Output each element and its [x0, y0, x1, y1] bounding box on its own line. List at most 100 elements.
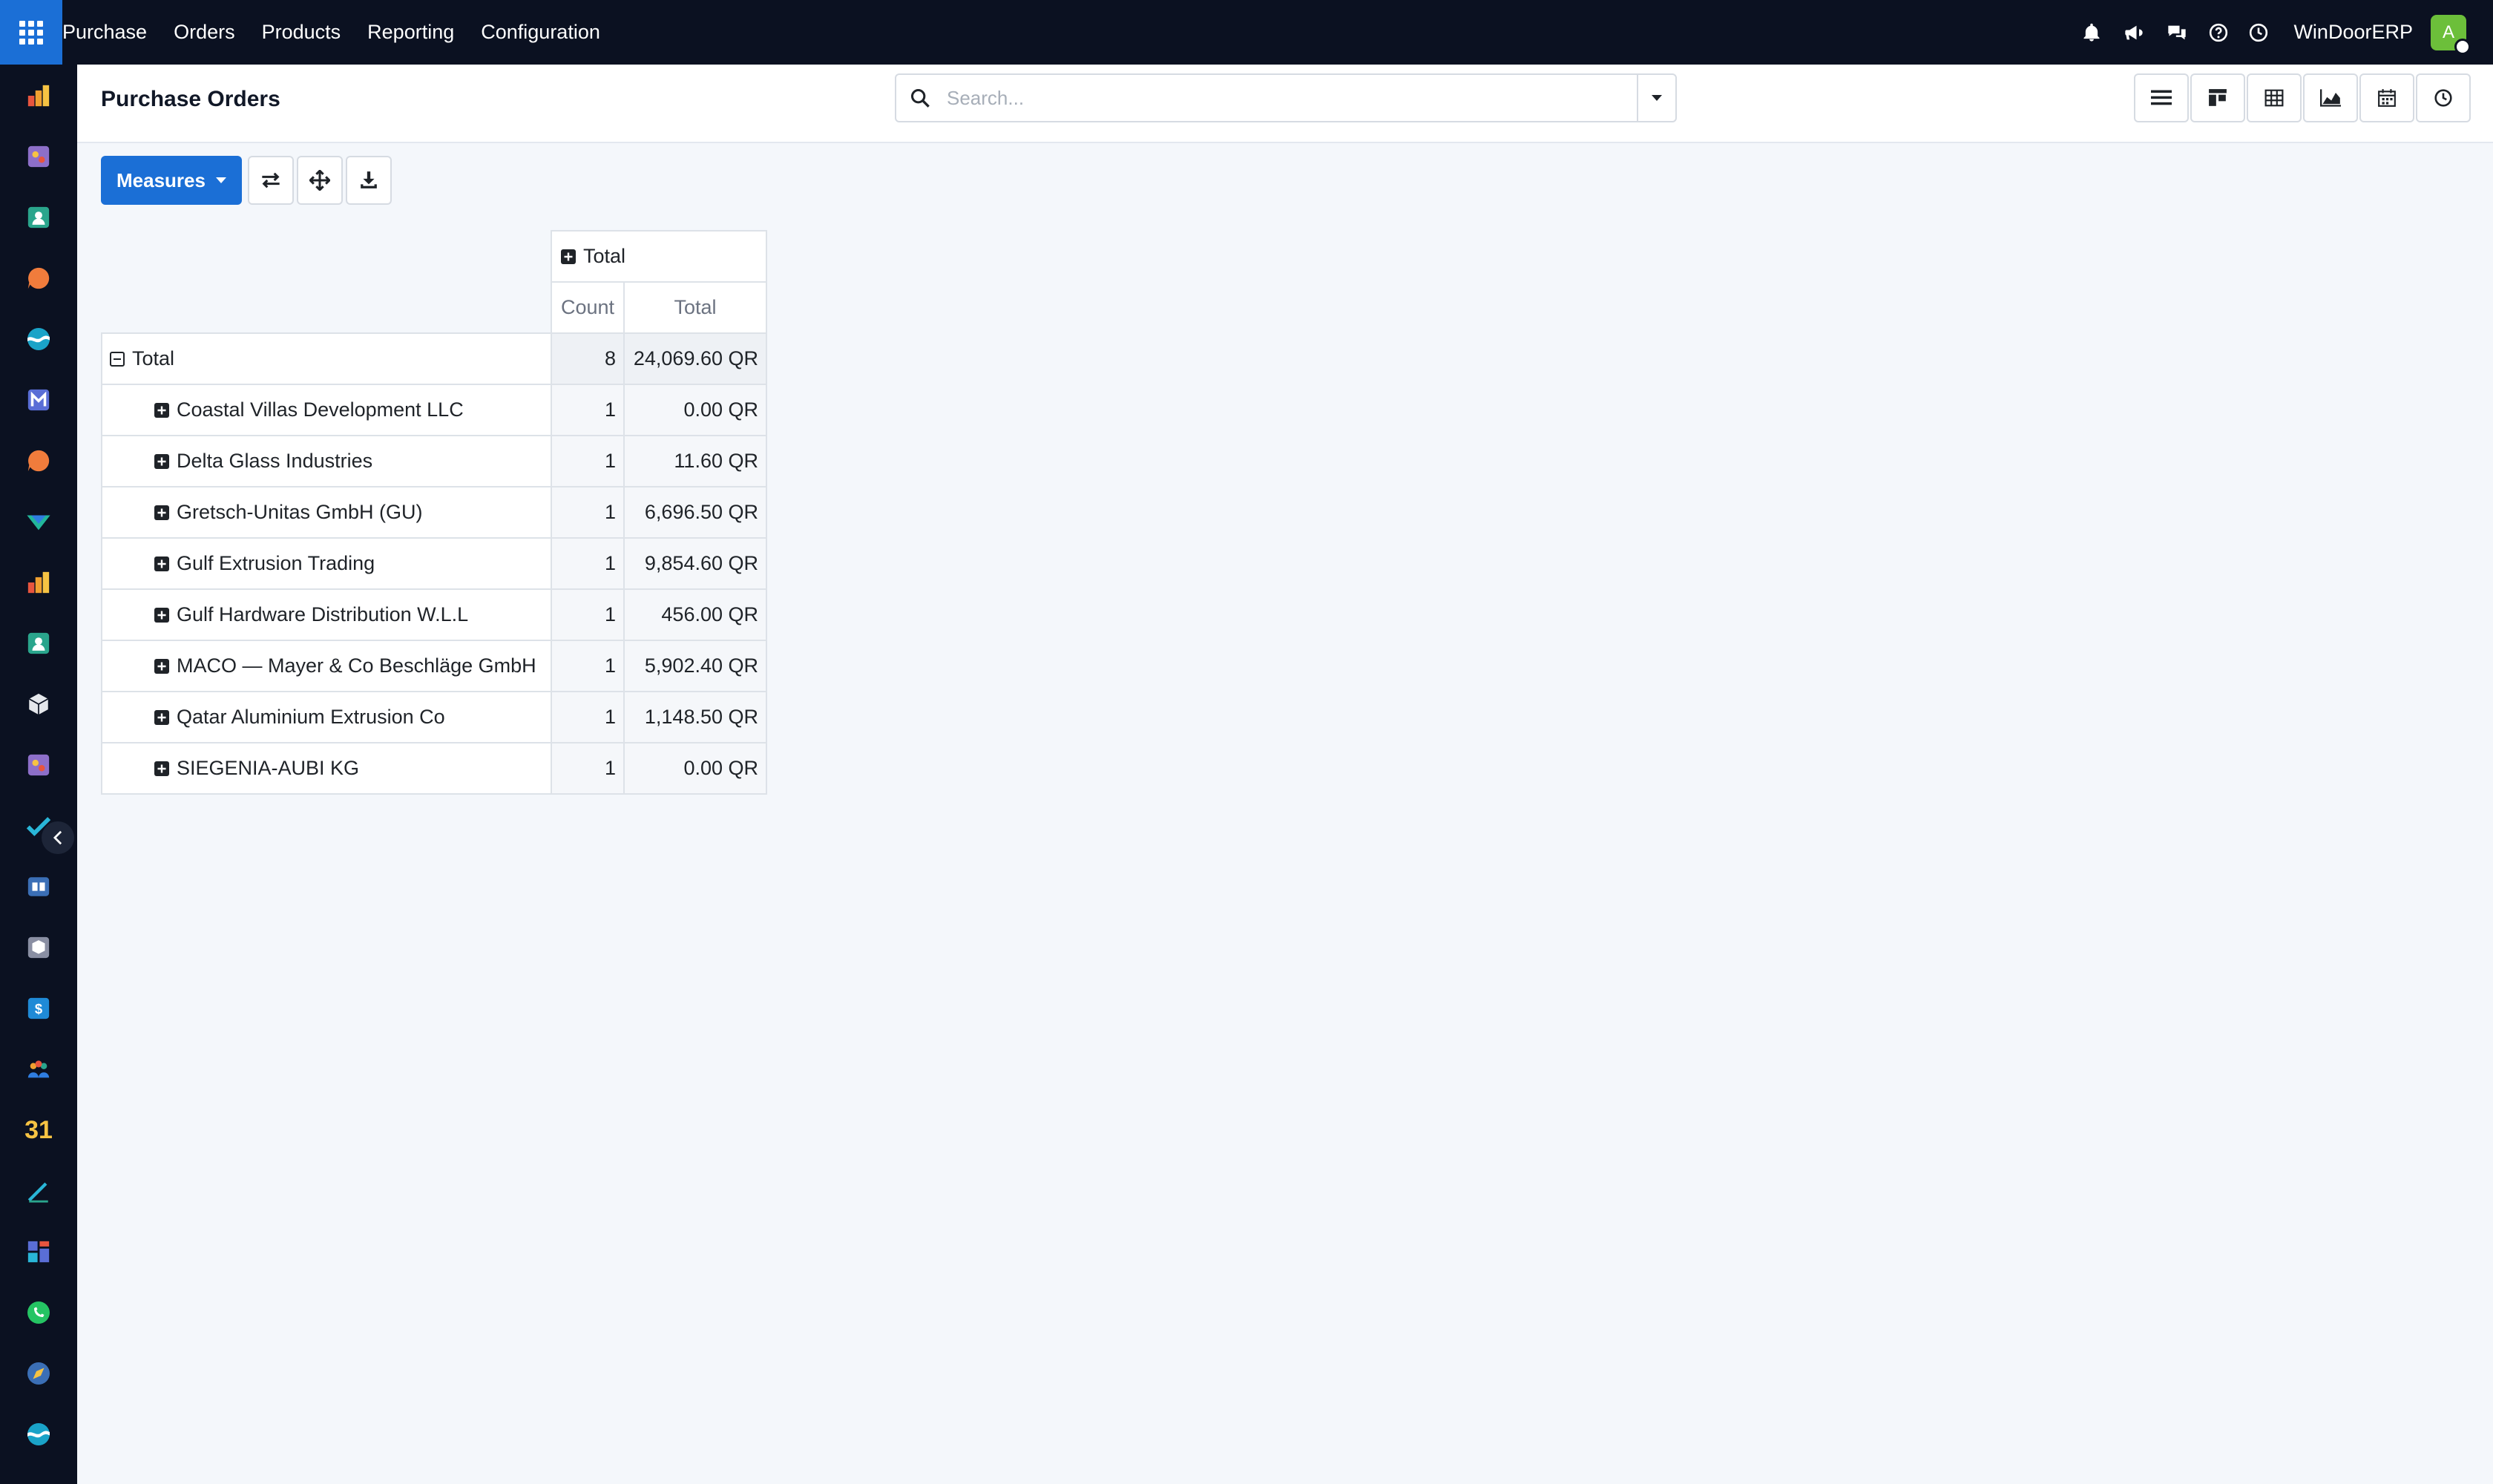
arrow-app-icon[interactable] — [24, 507, 53, 536]
total-cell[interactable]: 6,696.50 QR — [623, 486, 767, 539]
menu-reporting[interactable]: Reporting — [354, 0, 467, 65]
total-row-header[interactable]: Total — [101, 332, 552, 385]
help-icon[interactable] — [2209, 23, 2228, 42]
company-name[interactable]: WinDoorERP — [2293, 21, 2413, 44]
total-cell[interactable]: 11.60 QR — [623, 435, 767, 487]
calendar-app-icon[interactable]: 31 — [24, 1115, 53, 1145]
total-cell[interactable]: 5,902.40 QR — [623, 640, 767, 692]
kanban-view-button[interactable] — [2190, 73, 2245, 122]
row-header[interactable]: Coastal Villas Development LLC — [101, 384, 552, 436]
table-row: Gulf Extrusion Trading 1 9,854.60 QR — [101, 537, 767, 590]
activity-view-button[interactable] — [2416, 73, 2471, 122]
chart-app-icon[interactable] — [24, 81, 53, 111]
status-dot — [2454, 38, 2471, 55]
row-label: Qatar Aluminium Extrusion Co — [177, 706, 445, 728]
cube-app-icon[interactable] — [24, 933, 53, 962]
count-cell[interactable]: 1 — [551, 486, 625, 539]
count-cell[interactable]: 1 — [551, 435, 625, 487]
total-cell[interactable]: 0.00 QR — [623, 384, 767, 436]
total-cell[interactable]: 24,069.60 QR — [623, 332, 767, 385]
box-app-icon[interactable] — [24, 689, 53, 719]
wave-app-icon[interactable] — [24, 1419, 53, 1449]
expand-all-button[interactable] — [297, 156, 343, 205]
measure-count-header[interactable]: Count — [551, 281, 625, 334]
count-cell[interactable]: 1 — [551, 691, 625, 743]
row-label: SIEGENIA-AUBI KG — [177, 757, 360, 779]
count-cell[interactable]: 1 — [551, 537, 625, 590]
chat-bubble-app-icon[interactable] — [24, 446, 53, 476]
search-options-toggle[interactable] — [1637, 75, 1675, 121]
graph-view-button[interactable] — [2303, 73, 2358, 122]
count-cell[interactable]: 1 — [551, 742, 625, 795]
measures-dropdown-button[interactable]: Measures — [101, 156, 242, 205]
row-header[interactable]: Delta Glass Industries — [101, 435, 552, 487]
table-row: Delta Glass Industries 1 11.60 QR — [101, 435, 767, 487]
bell-icon[interactable] — [2081, 22, 2102, 43]
table-row: MACO — Mayer & Co Beschläge GmbH 1 5,902… — [101, 640, 767, 692]
row-label: Total — [132, 347, 175, 370]
list-view-button[interactable] — [2134, 73, 2189, 122]
menu-configuration[interactable]: Configuration — [467, 0, 614, 65]
flip-axis-button[interactable] — [248, 156, 294, 205]
caret-down-icon — [215, 177, 226, 183]
plus-square-icon — [154, 505, 169, 520]
chat-icon[interactable] — [2166, 22, 2188, 43]
menu-orders[interactable]: Orders — [160, 0, 249, 65]
row-header[interactable]: Gulf Hardware Distribution W.L.L — [101, 588, 552, 641]
avatar[interactable]: A — [2431, 14, 2471, 55]
row-header[interactable]: Gulf Extrusion Trading — [101, 537, 552, 590]
header-row: Total — [102, 230, 767, 334]
mail-app-icon[interactable] — [24, 385, 53, 415]
table-icon — [2264, 89, 2284, 107]
plus-square-icon — [154, 556, 169, 571]
plus-square-icon — [154, 709, 169, 725]
wave-app-icon[interactable] — [24, 324, 53, 354]
column-group-header[interactable]: Total — [551, 230, 767, 283]
pivot-view-button[interactable] — [2247, 73, 2302, 122]
clock-icon[interactable] — [2249, 23, 2268, 42]
menu-products[interactable]: Products — [249, 0, 355, 65]
row-header[interactable]: SIEGENIA-AUBI KG — [101, 742, 552, 795]
menu-purchase[interactable]: Purchase — [62, 0, 160, 65]
count-cell[interactable]: 8 — [551, 332, 625, 385]
count-cell[interactable]: 1 — [551, 640, 625, 692]
sidebar-collapse-button[interactable] — [42, 821, 74, 854]
table-row: Gulf Hardware Distribution W.L.L 1 456.0… — [101, 588, 767, 641]
pen-app-icon[interactable] — [24, 1176, 53, 1206]
search-input[interactable] — [947, 76, 1637, 120]
dollar-app-icon[interactable]: $ — [24, 994, 53, 1023]
chevron-left-icon — [53, 830, 62, 845]
list-icon — [2151, 90, 2172, 105]
main-menu: Purchase Orders Products Reporting Confi… — [62, 0, 614, 65]
contacts-app-icon[interactable] — [24, 203, 53, 232]
total-cell[interactable]: 0.00 QR — [623, 742, 767, 795]
count-cell[interactable]: 1 — [551, 384, 625, 436]
palette-app-icon[interactable] — [24, 750, 53, 780]
grid-icon — [19, 20, 43, 45]
total-cell[interactable]: 9,854.60 QR — [623, 537, 767, 590]
row-label: Coastal Villas Development LLC — [177, 398, 464, 421]
measure-total-header[interactable]: Total — [623, 281, 767, 334]
download-button[interactable] — [346, 156, 392, 205]
count-cell[interactable]: 1 — [551, 588, 625, 641]
dashboard-app-icon[interactable] — [24, 1237, 53, 1267]
compass-app-icon[interactable] — [24, 1359, 53, 1388]
whatsapp-app-icon[interactable] — [24, 1298, 53, 1327]
megaphone-icon[interactable] — [2123, 22, 2145, 43]
row-header[interactable]: Qatar Aluminium Extrusion Co — [101, 691, 552, 743]
palette-app-icon[interactable] — [24, 142, 53, 171]
team-app-icon[interactable] — [24, 1054, 53, 1084]
book-app-icon[interactable] — [24, 872, 53, 902]
total-cell[interactable]: 1,148.50 QR — [623, 691, 767, 743]
total-cell[interactable]: 456.00 QR — [623, 588, 767, 641]
app-switcher-button[interactable] — [0, 0, 62, 65]
row-header[interactable]: MACO — Mayer & Co Beschläge GmbH — [101, 640, 552, 692]
contacts-app-icon[interactable] — [24, 628, 53, 658]
exchange-icon — [262, 172, 280, 188]
plus-square-icon — [154, 453, 169, 469]
pivot-table: Total Count Total Total 8 24,069.60 QR C… — [101, 230, 767, 795]
chart-app-icon[interactable] — [24, 568, 53, 597]
row-header[interactable]: Gretsch-Unitas GmbH (GU) — [101, 486, 552, 539]
chat-bubble-app-icon[interactable] — [24, 263, 53, 293]
calendar-view-button[interactable] — [2359, 73, 2414, 122]
